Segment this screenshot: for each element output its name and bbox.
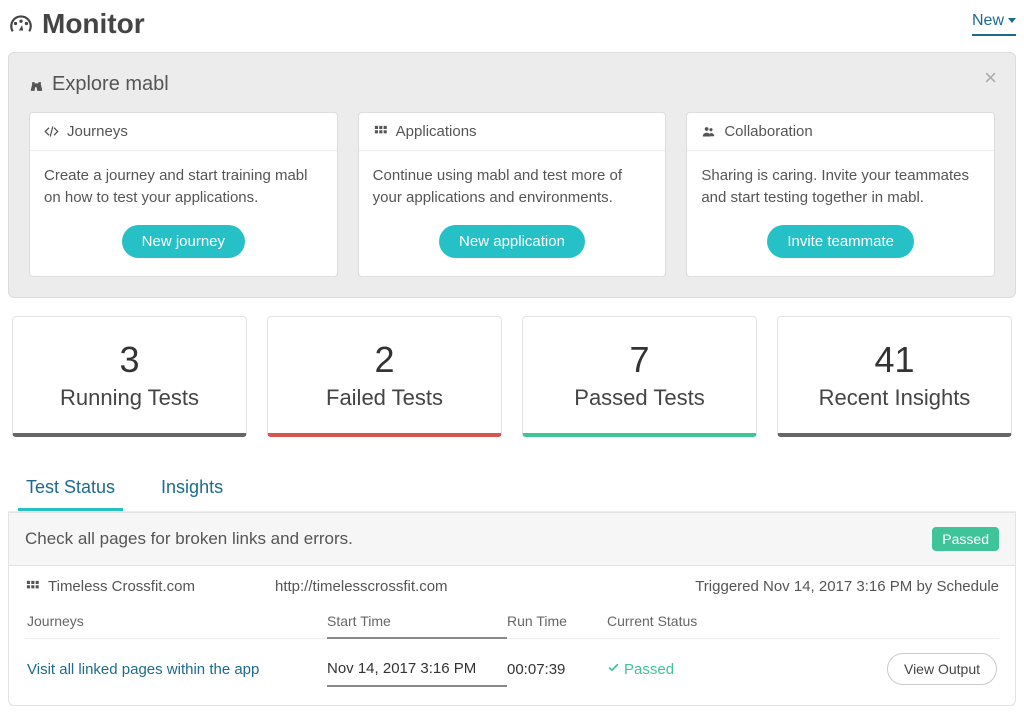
dashboard-icon: [8, 11, 34, 37]
code-icon: [44, 124, 59, 139]
run-time-value: 00:07:39: [507, 661, 607, 678]
card-label: Collaboration: [724, 123, 812, 140]
explore-title: Explore mabl: [29, 73, 995, 96]
explore-card-journeys: Journeys Create a journey and start trai…: [29, 112, 338, 277]
start-time-value: Nov 14, 2017 3:16 PM: [327, 660, 507, 687]
page-title: Monitor: [8, 8, 145, 40]
grid-icon: [25, 579, 40, 594]
tabs: Test Status Insights: [8, 467, 1016, 512]
stats-row: 3 Running Tests 2 Failed Tests 7 Passed …: [12, 316, 1012, 437]
users-icon: [701, 124, 716, 139]
card-label: Journeys: [67, 123, 128, 140]
stat-passed-tests[interactable]: 7 Passed Tests: [522, 316, 757, 437]
card-desc: Create a journey and start training mabl…: [44, 165, 323, 209]
new-dropdown[interactable]: New: [972, 12, 1016, 36]
card-label: Applications: [396, 123, 477, 140]
tab-test-status[interactable]: Test Status: [18, 467, 123, 511]
explore-panel: × Explore mabl Journeys Create a journey…: [8, 52, 1016, 298]
status-badge: Passed: [932, 527, 999, 551]
site-url: http://timelesscrossfit.com: [275, 578, 665, 595]
triggered-info: Triggered Nov 14, 2017 3:16 PM by Schedu…: [695, 578, 999, 595]
view-output-button[interactable]: View Output: [887, 653, 997, 685]
explore-card-collaboration: Collaboration Sharing is caring. Invite …: [686, 112, 995, 277]
test-plan-title: Check all pages for broken links and err…: [25, 529, 353, 549]
table-row: Visit all linked pages within the app No…: [25, 639, 999, 687]
close-icon[interactable]: ×: [984, 67, 997, 89]
col-current-status[interactable]: Current Status: [607, 613, 867, 630]
new-application-button[interactable]: New application: [439, 225, 585, 258]
col-run-time[interactable]: Run Time: [507, 613, 607, 630]
stat-running-tests[interactable]: 3 Running Tests: [12, 316, 247, 437]
col-journeys[interactable]: Journeys: [27, 613, 327, 630]
new-journey-button[interactable]: New journey: [122, 225, 245, 258]
card-desc: Continue using mabl and test more of you…: [373, 165, 652, 209]
card-desc: Sharing is caring. Invite your teammates…: [701, 165, 980, 209]
explore-card-applications: Applications Continue using mabl and tes…: [358, 112, 667, 277]
row-status: Passed: [607, 661, 674, 678]
tab-insights[interactable]: Insights: [153, 467, 231, 511]
stat-failed-tests[interactable]: 2 Failed Tests: [267, 316, 502, 437]
test-status-panel: Check all pages for broken links and err…: [8, 512, 1016, 706]
journey-link[interactable]: Visit all linked pages within the app: [27, 661, 327, 678]
col-start-time[interactable]: Start Time: [327, 613, 507, 639]
stat-recent-insights[interactable]: 41 Recent Insights: [777, 316, 1012, 437]
check-icon: [607, 661, 620, 678]
binoculars-icon: [29, 77, 44, 92]
chevron-down-icon: [1008, 18, 1016, 23]
invite-teammate-button[interactable]: Invite teammate: [767, 225, 914, 258]
grid-icon: [373, 124, 388, 139]
site-name: Timeless Crossfit.com: [25, 578, 245, 595]
